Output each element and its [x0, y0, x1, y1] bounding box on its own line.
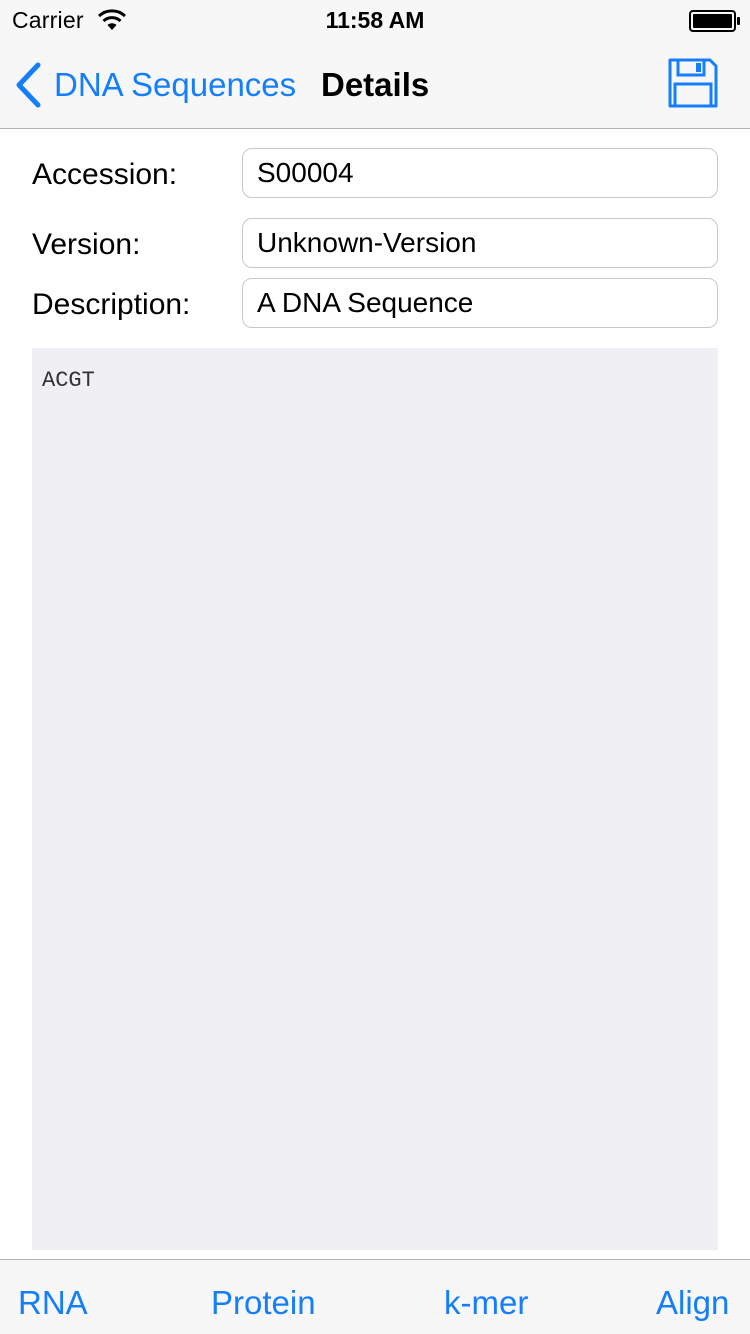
align-button[interactable]: Align [656, 1284, 729, 1322]
details-screen: Carrier 11:58 AM DNA Sequences Details A… [0, 0, 750, 1334]
back-button[interactable]: DNA Sequences [14, 62, 296, 108]
sequence-textarea[interactable]: ACGT [32, 348, 718, 1250]
floppy-disk-icon [668, 58, 718, 108]
status-time: 11:58 AM [325, 7, 425, 33]
version-field[interactable] [242, 218, 718, 268]
page-title: Details [321, 66, 430, 103]
rna-button[interactable]: RNA [18, 1284, 88, 1322]
back-button-label: DNA Sequences [54, 66, 297, 103]
version-label: Version: [32, 228, 141, 261]
navigation-bar: DNA Sequences Details [0, 40, 750, 129]
bottom-toolbar: RNA Protein k-mer Align [0, 1259, 750, 1334]
kmer-button[interactable]: k-mer [444, 1284, 528, 1322]
accession-label: Accession: [32, 158, 178, 191]
description-label: Description: [32, 288, 191, 321]
accession-field[interactable] [242, 148, 718, 198]
status-bar: Carrier 11:58 AM [0, 0, 750, 40]
save-button[interactable] [667, 57, 719, 109]
protein-button[interactable]: Protein [211, 1284, 316, 1322]
battery-icon [689, 10, 740, 32]
chevron-left-icon [16, 62, 41, 108]
description-field[interactable] [242, 278, 718, 328]
